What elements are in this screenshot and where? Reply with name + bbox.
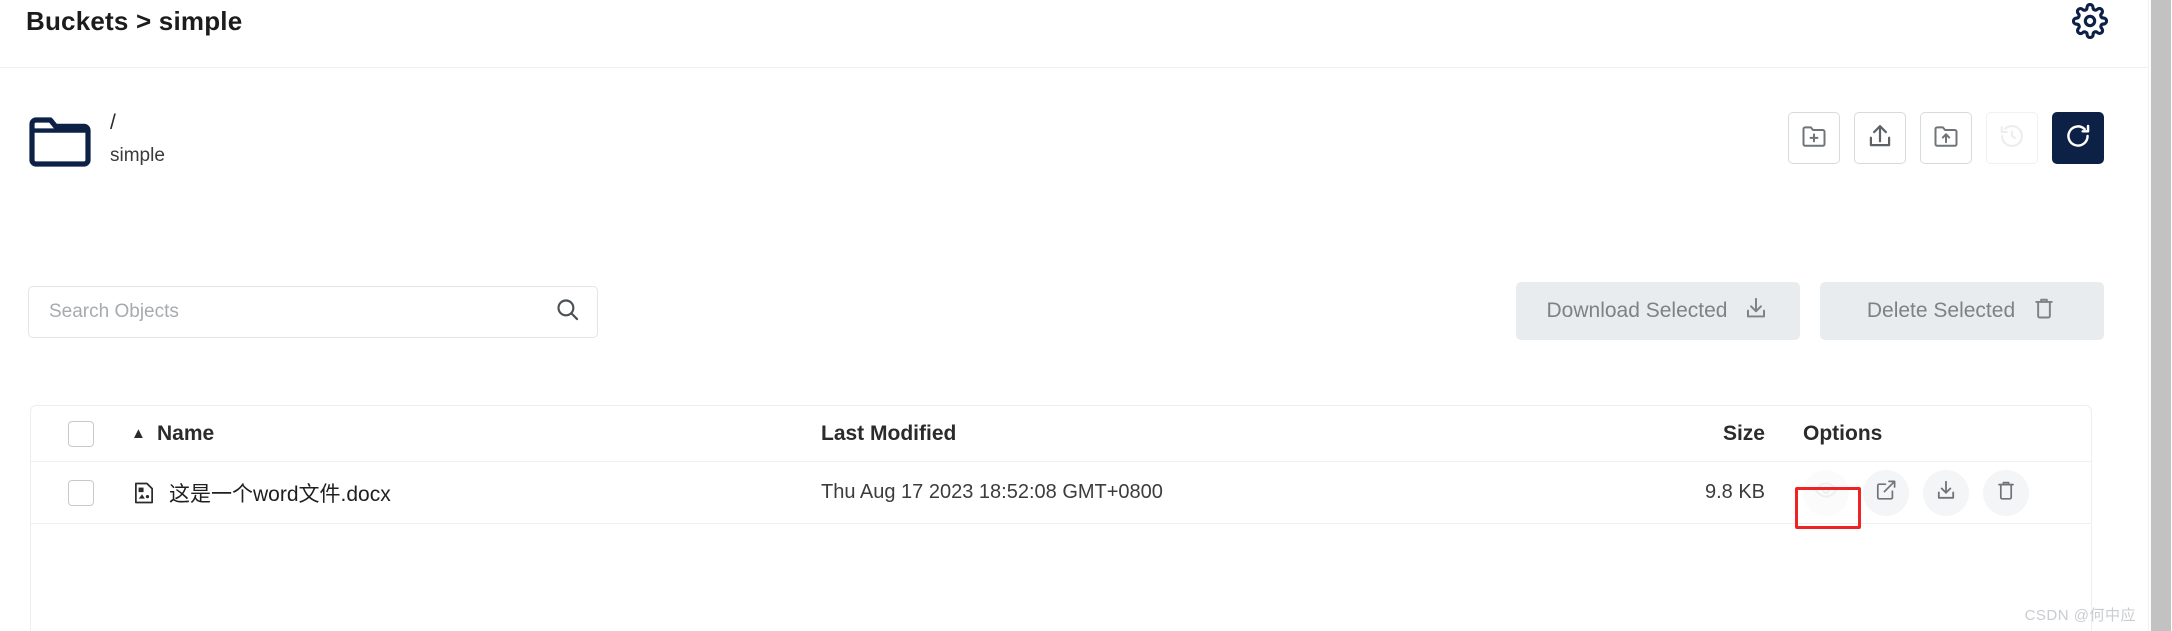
trash-icon [1994, 478, 2018, 507]
folder-header: / simple [26, 108, 165, 170]
column-label-size: Size [1722, 421, 1765, 445]
trash-icon [2031, 295, 2057, 327]
folder-icon [26, 111, 94, 167]
top-bar: Buckets > simple [0, 0, 2148, 68]
upload-folder-button[interactable] [1920, 112, 1972, 164]
delete-button[interactable] [1983, 469, 2029, 516]
selection-actions: Download Selected Delete Selected [1516, 282, 2104, 340]
row-checkbox[interactable] [68, 479, 94, 506]
folder-upload-icon [1932, 122, 1960, 155]
watermark: CSDN @何中应 [2024, 607, 2136, 624]
select-all-cell [31, 420, 131, 447]
download-selected-label: Download Selected [1546, 299, 1728, 322]
breadcrumb[interactable]: Buckets > simple [26, 6, 242, 37]
column-header-size[interactable]: Size [1581, 422, 1791, 446]
download-icon [1743, 295, 1769, 327]
download-button[interactable] [1923, 469, 1969, 516]
row-name-cell[interactable]: 这是一个word文件.docx [131, 478, 821, 508]
delete-selected-button[interactable]: Delete Selected [1820, 282, 2104, 340]
row-file-name: 这是一个word文件.docx [169, 482, 391, 506]
share-icon [1874, 478, 1898, 507]
eye-icon [1814, 478, 1838, 507]
gear-icon [2072, 2, 2108, 44]
object-browser-content: / simple Search Objects Download Selecte… [0, 68, 2148, 631]
row-options-cell [1791, 469, 2091, 516]
search-icon[interactable] [554, 296, 581, 328]
preview-button [1803, 469, 1849, 516]
upload-icon [1866, 122, 1894, 155]
search-input[interactable] [49, 301, 554, 323]
row-select-cell [31, 479, 131, 506]
minio-object-browser: Buckets > simple / simple Search Objects… [0, 0, 2172, 631]
column-label-name: Name [157, 421, 215, 445]
create-new-path-button[interactable] [1788, 112, 1840, 164]
download-selected-button[interactable]: Download Selected [1516, 282, 1800, 340]
folder-path: / [110, 111, 116, 134]
folder-plus-icon [1800, 122, 1828, 155]
select-all-checkbox[interactable] [68, 420, 94, 447]
scrollbar-thumb[interactable] [2151, 0, 2171, 631]
upload-file-button[interactable] [1854, 112, 1906, 164]
column-label-options: Options [1803, 421, 1883, 445]
rewind-button [1986, 112, 2038, 164]
search-objects-box[interactable] [28, 286, 598, 338]
history-rewind-icon [1998, 122, 2026, 155]
refresh-button[interactable] [2052, 112, 2104, 164]
column-header-options: Options [1791, 422, 2091, 446]
folder-labels: / simple [110, 110, 165, 170]
refresh-icon [2064, 122, 2092, 155]
column-header-last-modified[interactable]: Last Modified [821, 422, 1581, 446]
share-button[interactable] [1863, 469, 1909, 516]
table-row[interactable]: 这是一个word文件.docx Thu Aug 17 2023 18:52:08… [31, 462, 2091, 524]
settings-button[interactable] [2068, 1, 2112, 45]
sort-ascending-icon: ▲ [131, 425, 146, 442]
table-header-row: ▲ Name Last Modified Size Options [31, 406, 2091, 462]
folder-name: simple [110, 145, 165, 166]
page-scrollbar[interactable] [2148, 0, 2172, 631]
delete-selected-label: Delete Selected [1866, 299, 2016, 322]
document-preview-icon [131, 480, 157, 506]
column-label-last-modified: Last Modified [821, 421, 957, 445]
download-icon [1934, 478, 1958, 507]
folder-toolbar [1788, 112, 2104, 164]
column-header-name[interactable]: ▲ Name [131, 422, 821, 446]
row-size: 9.8 KB [1704, 481, 1765, 503]
objects-table: ▲ Name Last Modified Size Options 这是一个wo… [30, 405, 2092, 631]
row-last-modified: Thu Aug 17 2023 18:52:08 GMT+0800 [821, 481, 1163, 503]
